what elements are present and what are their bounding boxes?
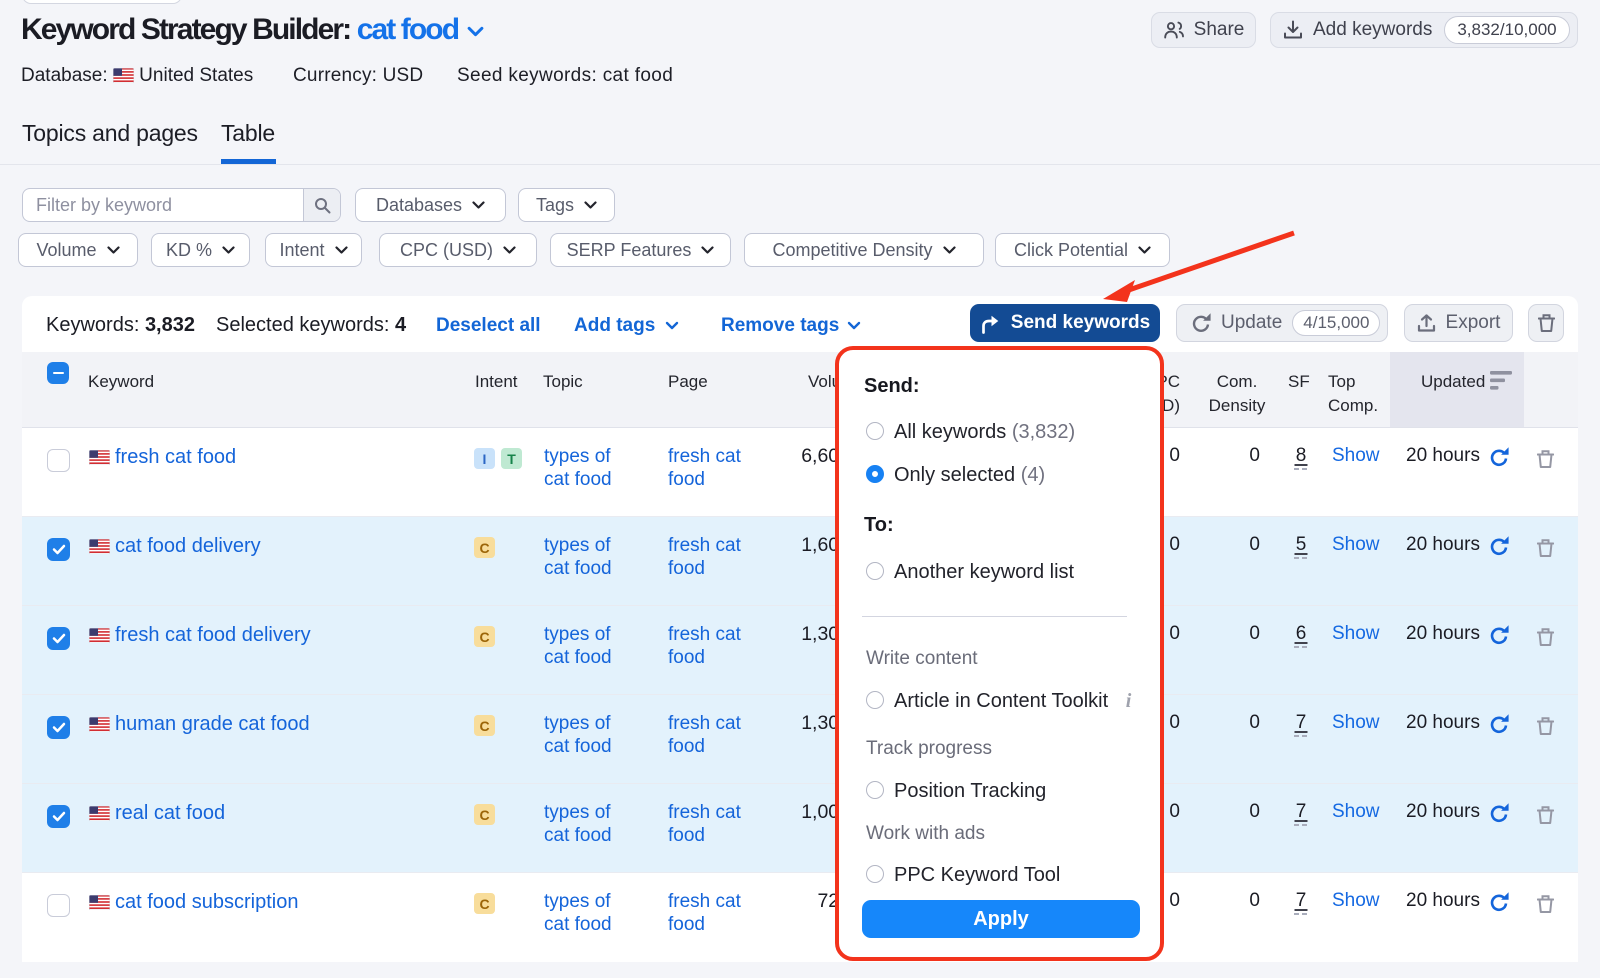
svg-text:i: i [1126, 690, 1132, 711]
